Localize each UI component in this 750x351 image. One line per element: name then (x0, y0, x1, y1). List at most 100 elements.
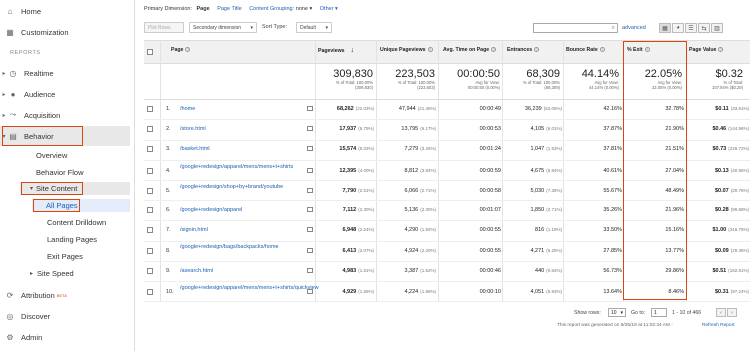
row-checkbox[interactable] (147, 227, 153, 234)
help-icon[interactable]: ? (718, 47, 724, 53)
table-search-input[interactable]: ⌕ (533, 23, 618, 33)
goto-input[interactable]: 1 (651, 308, 667, 317)
help-icon[interactable]: ? (534, 47, 540, 53)
page-link[interactable]: /home (180, 106, 298, 112)
total-sub: (223,503) (417, 85, 435, 90)
header-bounce-rate[interactable]: Bounce Rate? (566, 47, 605, 53)
cell-value: 35.26% (603, 207, 622, 213)
row-checkbox[interactable] (147, 106, 153, 112)
header-unique-pageviews[interactable]: Unique Pageviews? (380, 47, 433, 53)
page-link[interactable]: /store.html (180, 126, 298, 132)
open-link-icon[interactable] (307, 267, 313, 273)
beta-badge: BETA (56, 292, 67, 298)
sidebar-item-acquisition[interactable]: ▸ ⤳ Acquisition (0, 110, 130, 120)
page-link[interactable]: /google+redesign/shop+by+brand/youtube (180, 184, 298, 190)
cell-value: 8,812 (404, 167, 419, 174)
open-link-icon[interactable] (307, 248, 313, 254)
comparison-view-icon[interactable]: ⇆ (698, 23, 710, 33)
sidebar-item-site-speed[interactable]: ▸ Site Speed (30, 269, 125, 278)
sidebar-item-exit-pages[interactable]: Exit Pages (47, 252, 127, 261)
cell-percent: (6.01%) (546, 126, 562, 132)
cell-percent: (89.68%) (730, 207, 749, 212)
header-page-value[interactable]: Page Value? (689, 47, 724, 53)
page-link[interactable]: /google+redesign/apparel/mens/mens+t+shi… (180, 164, 298, 170)
sort-type-select[interactable]: Default ▾ (296, 22, 332, 33)
sidebar-item-customization[interactable]: ▦ Customization (5, 27, 135, 37)
row-checkbox[interactable] (147, 288, 153, 295)
content-grouping-link[interactable]: Content Grouping: (249, 6, 294, 12)
help-icon[interactable]: ? (185, 47, 191, 53)
select-all-checkbox[interactable] (147, 49, 153, 55)
chevron-down-icon: ▾ (325, 24, 328, 31)
page-link[interactable]: /google+redesign/bags/backpacks/home (180, 244, 298, 250)
page-link[interactable]: /google+redesign/apparel (180, 207, 298, 213)
open-link-icon[interactable] (307, 146, 313, 152)
row-checkbox[interactable] (147, 207, 153, 213)
cell-value: 00:00:59 (479, 167, 501, 174)
page-link[interactable]: /asearch.html (180, 268, 298, 274)
refresh-report-link[interactable]: Refresh Report (702, 323, 735, 328)
header-page[interactable]: Page? (171, 47, 191, 53)
row-checkbox[interactable] (147, 146, 153, 153)
page-link[interactable]: /google+redesign/apparel/mens/mens+t+shi… (180, 285, 319, 291)
page-link[interactable]: /signin.html (180, 227, 298, 233)
plot-rows-button[interactable]: Plot Rows (144, 22, 184, 33)
show-rows-select[interactable]: 10 ▾ (608, 308, 626, 317)
help-icon[interactable]: ? (427, 47, 433, 53)
sidebar-item-realtime[interactable]: ▸ ◷ Realtime (0, 68, 130, 78)
cell-value: 00:00:49 (479, 106, 501, 112)
cell-value: 7,279 (404, 146, 419, 153)
sidebar-item-overview[interactable]: Overview (36, 151, 126, 160)
open-link-icon[interactable] (307, 227, 313, 233)
row-checkbox[interactable] (147, 167, 153, 174)
secondary-dimension-select[interactable]: Secondary dimension ▾ (189, 22, 257, 33)
pivot-view-icon[interactable]: ▥ (711, 23, 723, 33)
pie-view-icon[interactable]: ◕ (672, 23, 684, 33)
cell-value: 17,937 (339, 126, 357, 133)
highlight-box (33, 199, 80, 212)
dimension-page-title-link[interactable]: Page Title (217, 6, 241, 12)
row-number: 5. (166, 187, 171, 194)
sidebar-item-admin[interactable]: ⚙ Admin (5, 332, 135, 342)
gear-icon: ⚙ (6, 332, 14, 342)
open-link-icon[interactable] (307, 126, 313, 132)
prev-page-button[interactable]: ‹ (716, 308, 726, 317)
performance-view-icon[interactable]: ☰ (685, 23, 697, 33)
row-checkbox[interactable] (147, 248, 153, 255)
advanced-filter-link[interactable]: advanced (622, 25, 646, 31)
sidebar-item-discover[interactable]: ◎ Discover (5, 311, 135, 321)
cell-percent: (2.20%) (420, 248, 436, 254)
help-icon[interactable]: ? (491, 47, 497, 53)
sidebar-item-landing-pages[interactable]: Landing Pages (47, 235, 127, 244)
help-icon[interactable]: ? (599, 47, 605, 53)
cell-percent: (3.94%) (420, 167, 436, 173)
cell-percent: (5.79%) (358, 126, 374, 132)
cell-value: $0.31 (714, 288, 729, 295)
table-view-icon[interactable]: ▦ (659, 23, 671, 33)
row-checkbox[interactable] (147, 267, 153, 274)
sidebar-item-audience[interactable]: ▸ ● Audience (0, 89, 130, 99)
plot-rows-label: Plot Rows (148, 24, 171, 31)
header-entrances[interactable]: Entrances? (507, 47, 540, 53)
next-page-button[interactable]: › (727, 308, 737, 317)
open-link-icon[interactable] (307, 187, 313, 193)
page-link[interactable]: /basket.html (180, 146, 298, 152)
dimension-other-link[interactable]: Other (320, 6, 334, 12)
sidebar-item-home[interactable]: ⌂ Home (5, 6, 135, 16)
header-avg-time[interactable]: Avg. Time on Page? (443, 47, 497, 53)
cell-upv: 47,944 (21.45%) (399, 106, 436, 112)
open-link-icon[interactable] (307, 288, 313, 294)
sidebar-item-behavior-flow[interactable]: Behavior Flow (36, 168, 126, 177)
dimension-page[interactable]: Page (197, 6, 210, 12)
open-link-icon[interactable] (307, 106, 313, 111)
sidebar-item-attribution[interactable]: ⟳ Attribution BETA (5, 290, 135, 300)
row-checkbox[interactable] (147, 126, 153, 133)
cell-value: $0.13 (714, 167, 729, 174)
sidebar-item-content-drilldown[interactable]: Content Drilldown (47, 218, 127, 227)
cell-value: 1,047 (530, 146, 545, 153)
open-link-icon[interactable] (307, 207, 313, 212)
header-pageviews[interactable]: Pageviews ↓ (318, 47, 354, 54)
row-checkbox[interactable] (147, 187, 153, 194)
cell-value: 4,290 (404, 227, 419, 234)
open-link-icon[interactable] (307, 167, 313, 173)
